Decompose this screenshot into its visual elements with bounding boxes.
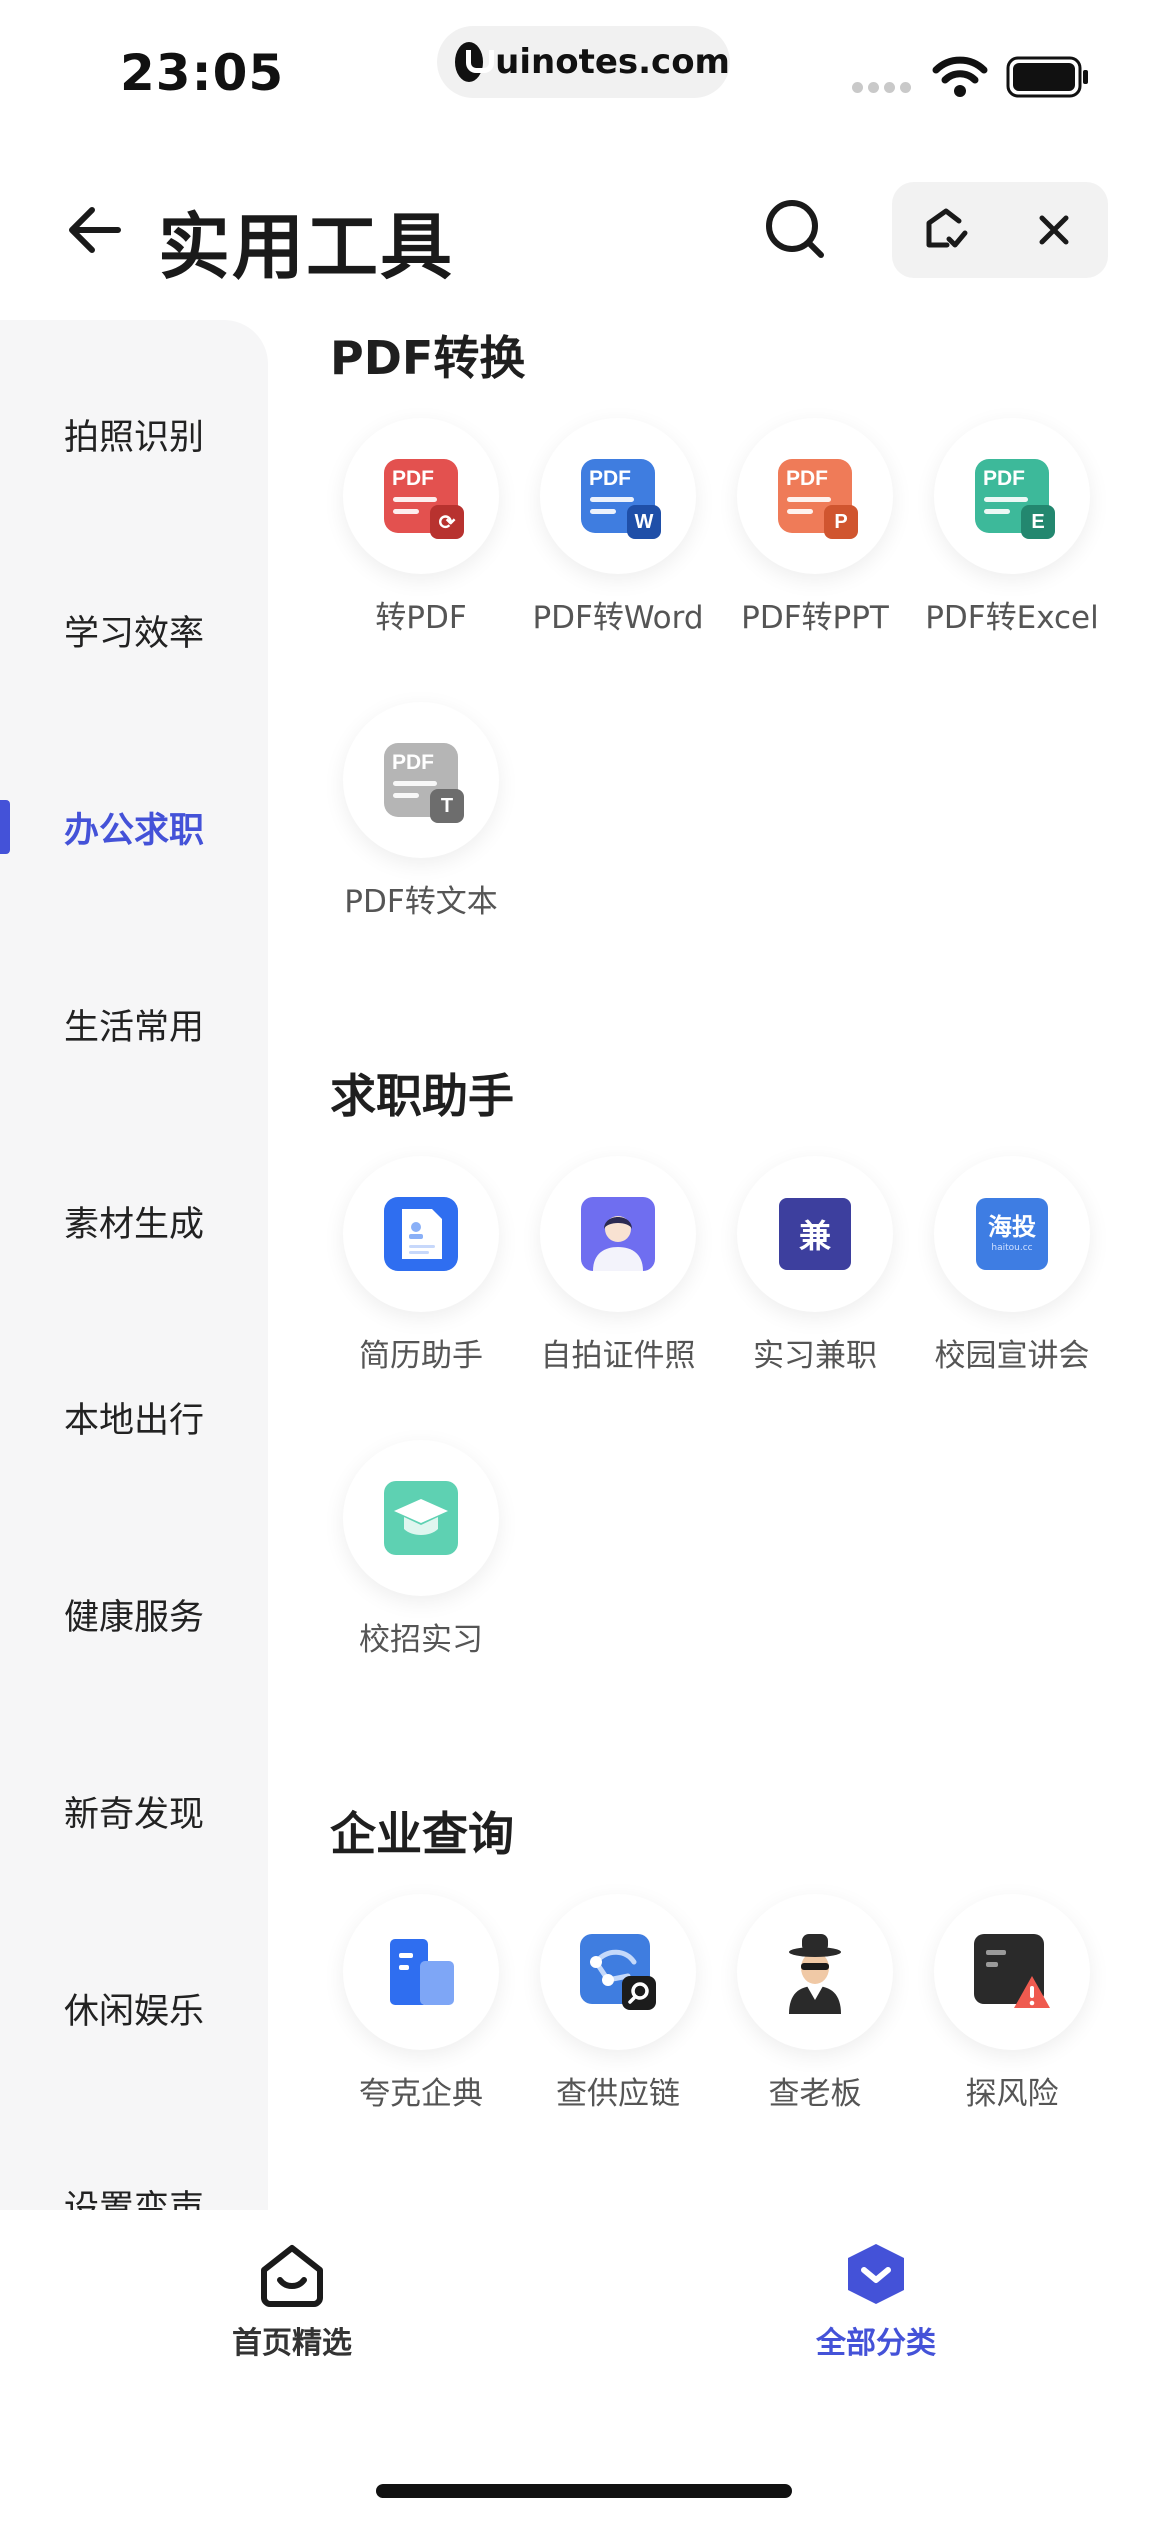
pdf-to-word-icon: PDF W [581, 459, 661, 539]
tool-label: PDF转Excel [925, 600, 1099, 636]
pdf-convert-icon: PDF ⟳ [384, 459, 464, 539]
close-icon [1039, 215, 1069, 245]
bookmark-check-icon [926, 208, 968, 248]
tool-campus-talk[interactable]: 海投 haitou.cc 校园宣讲会 [912, 1156, 1112, 1375]
tab-label: 全部分类 [816, 2326, 936, 2361]
tool-supply-chain[interactable]: 查供应链 [518, 1894, 718, 2113]
pdf-to-ppt-icon: PDF P [778, 459, 858, 539]
tool-risk[interactable]: 探风险 [912, 1894, 1112, 2113]
tool-company-dictionary[interactable]: 夸克企典 [321, 1894, 521, 2113]
uinotes-logo-icon [455, 42, 495, 82]
home-icon [261, 2245, 323, 2307]
tool-label: 夸克企典 [359, 2076, 483, 2112]
pdf-to-text-icon: PDF T [384, 743, 464, 823]
graduation-cap-icon [384, 1481, 458, 1555]
tool-label: 探风险 [965, 2076, 1059, 2112]
resume-icon [384, 1197, 458, 1271]
tool-label: 校招实习 [359, 1622, 483, 1658]
part-time-icon: 兼 [779, 1198, 851, 1270]
company-building-icon [390, 1939, 454, 2005]
campus-talk-icon: 海投 haitou.cc [976, 1198, 1048, 1270]
tool-label: 实习兼职 [753, 1338, 877, 1374]
bookmark-check-button[interactable] [892, 182, 1000, 278]
tool-label: 查供应链 [556, 2076, 680, 2112]
section-title-job: 求职助手 [330, 1069, 514, 1123]
section-title-pdf: PDF转换 [330, 331, 526, 385]
tool-part-time[interactable]: 兼 实习兼职 [715, 1156, 915, 1375]
tool-label: PDF转文本 [344, 884, 498, 920]
sidebar-item[interactable]: 健康服务 [0, 1574, 268, 1654]
sidebar-item[interactable]: 休闲娱乐 [0, 1968, 268, 2048]
tab-home-featured[interactable]: 首页精选 [142, 2240, 442, 2362]
status-time: 23:05 [120, 44, 285, 102]
tool-pdf-to-excel[interactable]: PDF E PDF转Excel [912, 418, 1112, 637]
sidebar-item-active[interactable]: 办公求职 [0, 787, 268, 867]
tool-pdf-to-text[interactable]: PDF T PDF转文本 [321, 702, 521, 921]
battery-icon [1006, 56, 1088, 98]
tool-label: 校园宣讲会 [934, 1338, 1090, 1374]
boss-detective-icon [789, 1934, 841, 2014]
tool-id-photo[interactable]: 自拍证件照 [518, 1156, 718, 1375]
tab-label: 首页精选 [232, 2326, 352, 2361]
url-pill[interactable]: uinotes.com [437, 26, 730, 98]
tool-find-boss[interactable]: 查老板 [715, 1894, 915, 2113]
mini-program-capsule [892, 182, 1108, 278]
category-icon [848, 2244, 904, 2304]
pdf-to-excel-icon: PDF E [975, 459, 1055, 539]
sidebar-item[interactable]: 生活常用 [0, 984, 268, 1064]
back-arrow-icon[interactable] [62, 198, 126, 262]
tool-label: 转PDF [375, 600, 467, 636]
sidebar-item[interactable]: 学习效率 [0, 590, 268, 670]
category-sidebar: 拍照识别 学习效率 办公求职 生活常用 素材生成 本地出行 健康服务 新奇发现 … [0, 320, 268, 2220]
sidebar-item[interactable]: 拍照识别 [0, 394, 268, 474]
search-icon[interactable] [762, 196, 828, 262]
url-text: uinotes.com [495, 42, 730, 82]
wifi-icon [932, 56, 988, 97]
tool-label: PDF转Word [532, 600, 704, 636]
tool-resume[interactable]: 简历助手 [321, 1156, 521, 1375]
sidebar-item[interactable]: 新奇发现 [0, 1771, 268, 1851]
sidebar-item[interactable]: 本地出行 [0, 1377, 268, 1457]
tool-campus-recruit[interactable]: 校招实习 [321, 1440, 521, 1659]
tool-pdf-to-ppt[interactable]: PDF P PDF转PPT [715, 418, 915, 637]
signal-icon [852, 82, 911, 93]
tab-all-categories[interactable]: 全部分类 [726, 2240, 1026, 2362]
sidebar-item[interactable]: 素材生成 [0, 1181, 268, 1261]
tool-label: PDF转PPT [741, 600, 889, 636]
tool-to-pdf[interactable]: PDF ⟳ 转PDF [321, 418, 521, 637]
id-photo-icon [581, 1197, 655, 1271]
tool-pdf-to-word[interactable]: PDF W PDF转Word [518, 418, 718, 637]
supply-chain-icon [580, 1934, 656, 2010]
close-button[interactable] [1000, 182, 1108, 278]
risk-warning-icon [974, 1934, 1050, 2008]
tool-label: 查老板 [768, 2076, 862, 2112]
page-title: 实用工具 [158, 205, 455, 289]
section-title-company: 企业查询 [330, 1807, 514, 1861]
tool-label: 自拍证件照 [540, 1338, 696, 1374]
tool-label: 简历助手 [359, 1338, 483, 1374]
home-indicator [376, 2484, 792, 2498]
